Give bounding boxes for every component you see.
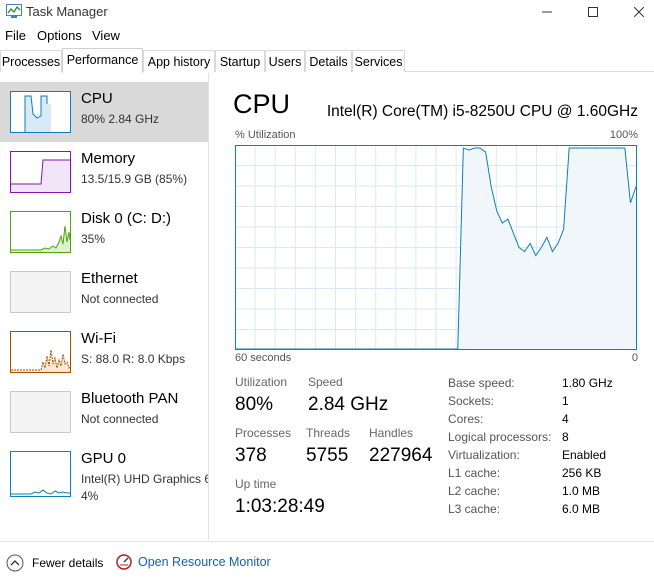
maximize-icon [588,7,598,17]
resource-monitor-icon [116,554,132,570]
processes-label: Processes [235,426,292,440]
tab-services[interactable]: Services [352,50,405,72]
sidebar-item-ethernet[interactable]: Ethernet Not connected [0,262,208,322]
threads-value: 5755 [306,445,349,466]
processes-value: 378 [235,445,267,466]
l2-cache-value: 1.0 MB [562,484,601,498]
cores-value: 4 [562,412,569,426]
gpu-thumbnail-graph [10,451,71,497]
minimize-icon [542,11,552,13]
graph-time-end: 0 [631,352,638,364]
graph-y-label: % Utilization [235,129,296,141]
ethernet-thumbnail-graph [10,271,71,313]
sidebar-item-detail-2: 4% [81,489,99,503]
resource-list: CPU 80% 2.84 GHz Memory 13.5/15.9 GB (85… [0,73,209,540]
fewer-details-button[interactable]: Fewer details [6,554,103,572]
sidebar-item-bluetooth-pan[interactable]: Bluetooth PAN Not connected [0,382,208,442]
menu-options[interactable]: Options [37,28,82,43]
sidebar-item-detail: Not connected [81,292,159,306]
cpu-thumbnail-graph [10,91,71,133]
handles-value: 227964 [369,445,433,466]
speed-value: 2.84 GHz [308,394,389,415]
sockets-label: Sockets: [448,394,495,408]
footer-bar: Fewer details Open Resource Monitor [0,541,654,584]
page-title: CPU [233,89,291,119]
speed-label: Speed [308,375,343,389]
disk-thumbnail-graph [10,211,71,253]
maximize-button[interactable] [570,0,616,24]
sidebar-item-label: CPU [81,90,113,107]
close-button[interactable] [616,0,654,24]
menu-view[interactable]: View [92,28,120,43]
tab-details[interactable]: Details [305,50,352,72]
virtualization-value: Enabled [562,448,607,462]
logical-processors-label: Logical processors: [448,430,552,444]
tab-performance[interactable]: Performance [62,48,143,73]
uptime-value: 1:03:28:49 [235,496,325,517]
tab-users[interactable]: Users [265,50,305,72]
cpu-model-name: Intel(R) Core(TM) i5-8250U CPU @ 1.60GHz [326,103,638,120]
close-icon [634,7,644,17]
handles-label: Handles [369,426,414,440]
resource-monitor-label: Open Resource Monitor [138,555,271,569]
cpu-utilization-graph [235,145,637,350]
title-bar: Task Manager [0,0,654,24]
cores-label: Cores: [448,412,484,426]
graph-time-span: 60 seconds [235,352,292,364]
sidebar-item-cpu[interactable]: CPU 80% 2.84 GHz [0,82,208,142]
sidebar-item-label: GPU 0 [81,450,127,467]
bluetooth-thumbnail-graph [10,391,71,433]
sidebar-item-detail: 80% 2.84 GHz [81,112,160,126]
l1-cache-value: 256 KB [562,466,602,480]
graph-y-max: 100% [609,129,638,141]
utilization-value: 80% [235,394,274,415]
menu-bar: File Options View [0,26,654,46]
sockets-value: 1 [562,394,569,408]
sidebar-item-gpu-0[interactable]: GPU 0 Intel(R) UHD Graphics 62 4% [0,442,209,503]
cpu-detail-panel: CPU Intel(R) Core(TM) i5-8250U CPU @ 1.6… [210,73,654,540]
wifi-thumbnail-graph [10,331,71,373]
open-resource-monitor-link[interactable]: Open Resource Monitor [116,554,271,570]
sidebar-item-label: Bluetooth PAN [81,390,179,407]
tab-startup[interactable]: Startup [215,50,265,72]
tab-app-history[interactable]: App history [143,50,215,72]
tab-processes[interactable]: Processes [0,50,62,72]
sidebar-item-label: Disk 0 (C: D:) [81,210,171,227]
sidebar-item-detail: Intel(R) UHD Graphics 62 [81,472,209,486]
base-speed-label: Base speed: [448,376,515,390]
sidebar-item-detail: Not connected [81,412,159,426]
l2-cache-label: L2 cache: [448,484,501,498]
threads-label: Threads [306,426,351,440]
l3-cache-label: L3 cache: [448,502,501,516]
menu-file[interactable]: File [5,28,26,43]
task-manager-icon [6,4,22,18]
sidebar-item-label: Wi-Fi [81,330,116,347]
utilization-label: Utilization [235,375,288,389]
sidebar-item-memory[interactable]: Memory 13.5/15.9 GB (85%) [0,142,208,202]
sidebar-item-label: Ethernet [81,270,138,287]
sidebar-item-detail: S: 88.0 R: 8.0 Kbps [81,352,186,366]
l3-cache-value: 6.0 MB [562,502,601,516]
tab-bar: Processes Performance App history Startu… [0,48,654,73]
sidebar-item-disk-0[interactable]: Disk 0 (C: D:) 35% [0,202,208,262]
sidebar-item-detail: 13.5/15.9 GB (85%) [81,172,188,186]
sidebar-item-wifi[interactable]: Wi-Fi S: 88.0 R: 8.0 Kbps [0,322,208,382]
fewer-details-label: Fewer details [32,556,104,570]
minimize-button[interactable] [524,0,570,24]
chevron-up-icon [6,554,24,572]
memory-thumbnail-graph [10,151,71,193]
base-speed-value: 1.80 GHz [562,376,613,390]
l1-cache-label: L1 cache: [448,466,501,480]
window-title: Task Manager [26,4,108,19]
sidebar-item-label: Memory [81,150,136,167]
uptime-label: Up time [235,477,277,491]
sidebar-item-detail: 35% [81,232,106,246]
virtualization-label: Virtualization: [448,448,520,462]
logical-processors-value: 8 [562,430,569,444]
